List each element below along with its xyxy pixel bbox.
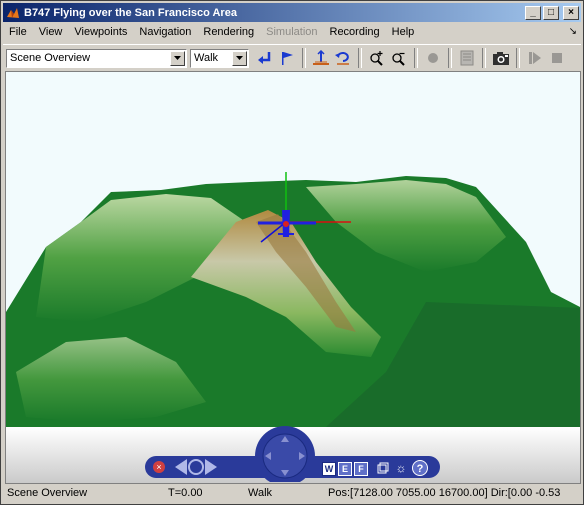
matlab-logo-icon xyxy=(7,7,19,18)
status-time: T=0.00 xyxy=(168,487,203,499)
menu-navigation[interactable]: Navigation xyxy=(133,23,197,42)
record-settings-icon xyxy=(457,48,477,68)
zoom-in-icon[interactable] xyxy=(367,48,387,68)
examine-mode-button[interactable]: E xyxy=(338,462,352,476)
menu-recording[interactable]: Recording xyxy=(324,23,386,42)
close-icon: × xyxy=(568,6,574,18)
minimize-icon: _ xyxy=(530,6,536,18)
navigation-panel: × W E F ☼ ? xyxy=(145,420,440,482)
walk-mode-button[interactable]: W xyxy=(322,462,336,476)
fly-mode-button[interactable]: F xyxy=(354,462,368,476)
dock-arrow-icon[interactable]: ↘ xyxy=(569,26,577,37)
menu-rendering[interactable]: Rendering xyxy=(197,23,260,42)
viewpoint-icon[interactable] xyxy=(377,462,389,474)
status-mode: Walk xyxy=(248,487,273,499)
straighten-up-icon[interactable] xyxy=(311,48,331,68)
menu-simulation: Simulation xyxy=(266,26,318,38)
status-viewpoint: Scene Overview xyxy=(7,487,88,499)
toolbar: Scene Overview Walk xyxy=(3,44,581,71)
menu-bar: File View Viewpoints Navigation Renderin… xyxy=(3,23,581,42)
title-bar[interactable]: B747 Flying over the San Francisco Area … xyxy=(3,3,581,22)
viewpoint-select[interactable]: Scene Overview xyxy=(6,48,187,68)
close-button[interactable]: × xyxy=(563,5,579,20)
record-icon xyxy=(423,48,443,68)
minimize-button[interactable]: _ xyxy=(525,5,541,20)
menu-view[interactable]: View xyxy=(33,23,69,42)
toolbar-separator xyxy=(448,48,452,68)
stop-icon xyxy=(547,48,567,68)
maximize-icon: □ xyxy=(547,6,555,18)
viewpoint-select-value: Scene Overview xyxy=(10,52,91,64)
status-bar: Scene Overview T=0.00 Walk Pos:[7128.00 … xyxy=(3,486,581,502)
capture-frame-icon[interactable] xyxy=(491,48,511,68)
app-window: B747 Flying over the San Francisco Area … xyxy=(0,0,584,505)
toolbar-separator xyxy=(516,48,520,68)
return-to-viewpoint-icon[interactable] xyxy=(255,48,275,68)
headlight-icon[interactable]: ☼ xyxy=(394,461,408,475)
close-nav-icon[interactable]: × xyxy=(153,461,165,473)
menu-help[interactable]: Help xyxy=(386,23,421,42)
3d-viewport[interactable]: × W E F ☼ ? xyxy=(5,71,581,484)
rotate-left-icon[interactable] xyxy=(173,458,219,476)
zoom-out-icon[interactable] xyxy=(389,48,409,68)
navigation-select[interactable]: Walk xyxy=(190,48,249,68)
menu-file[interactable]: File xyxy=(3,23,33,42)
menu-viewpoints[interactable]: Viewpoints xyxy=(68,23,133,42)
maximize-button[interactable]: □ xyxy=(543,5,559,20)
window-title: B747 Flying over the San Francisco Area xyxy=(24,6,237,19)
toolbar-separator xyxy=(414,48,418,68)
chevron-down-icon[interactable] xyxy=(170,50,185,66)
toolbar-separator xyxy=(302,48,306,68)
navigation-select-value: Walk xyxy=(194,52,219,64)
chevron-down-icon[interactable] xyxy=(232,50,247,66)
status-position: Pos:[7128.00 7055.00 16700.00] Dir:[0.00… xyxy=(328,487,561,499)
play-icon xyxy=(525,48,545,68)
toolbar-separator xyxy=(482,48,486,68)
undo-move-icon[interactable] xyxy=(333,48,353,68)
help-button[interactable]: ? xyxy=(412,460,428,476)
create-viewpoint-icon[interactable] xyxy=(277,48,297,68)
toolbar-separator xyxy=(358,48,362,68)
